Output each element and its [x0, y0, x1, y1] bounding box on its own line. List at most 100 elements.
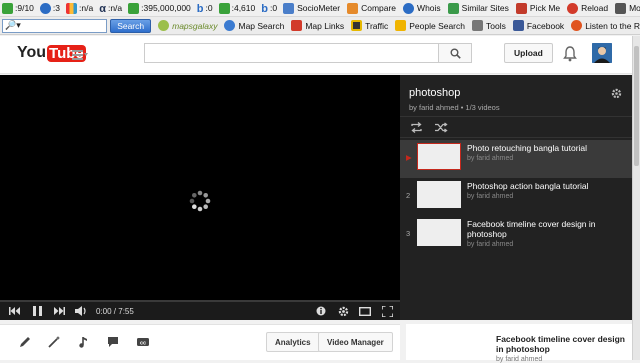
fullscreen-icon: [381, 305, 393, 317]
pagerank-stat[interactable]: :9/10: [2, 2, 34, 14]
fullscreen-button[interactable]: [376, 302, 398, 320]
mapsgalaxy-icon: [158, 20, 170, 31]
playlist-controls: [400, 116, 632, 138]
volume-icon: [75, 306, 86, 316]
bing-links-icon: b: [261, 2, 268, 15]
video-author: by farid ahmed: [467, 155, 514, 162]
bing-stat[interactable]: b:0: [196, 2, 213, 15]
annotations-icon[interactable]: [106, 335, 120, 349]
tools-button[interactable]: Tools: [472, 20, 506, 31]
bing-icon: b: [196, 2, 204, 15]
playlist-title[interactable]: photoshop: [409, 87, 460, 99]
volume-button[interactable]: [70, 302, 92, 320]
youtube-search-button[interactable]: [438, 43, 472, 63]
toolbar-search-input[interactable]: 🔎▾: [2, 18, 108, 33]
video-author: by farid ahmed: [467, 241, 514, 248]
google-links-icon: [218, 2, 230, 14]
alexa-stat[interactable]: :n/a: [66, 2, 93, 14]
playlist-item[interactable]: 3 Facebook timeline cover design in phot…: [400, 216, 632, 258]
search-dropdown-icon[interactable]: 🔎▾: [5, 20, 21, 31]
google-pagerank-icon: [2, 2, 13, 14]
youtube-header: You Tube Upload: [0, 36, 632, 74]
pick-me-button[interactable]: Pick Me: [515, 2, 560, 14]
alpha-stat[interactable]: α:n/a: [99, 2, 122, 15]
youtube-search-input[interactable]: [144, 43, 439, 63]
shuffle-icon[interactable]: [435, 122, 448, 133]
pick-me-icon: [515, 2, 527, 14]
alexa-chart-icon: [66, 2, 77, 14]
people-search-button[interactable]: People Search: [395, 20, 465, 31]
traffic-icon: [351, 20, 363, 31]
map-search-icon: [224, 20, 236, 31]
edit-pencil-icon[interactable]: [18, 335, 32, 349]
captions-cc-icon[interactable]: cc: [136, 335, 150, 349]
radio-button[interactable]: Listen to the R: [571, 20, 640, 31]
theater-mode-button[interactable]: [354, 302, 376, 320]
toolbar-search-button[interactable]: Search: [110, 18, 152, 33]
facebook-button[interactable]: Facebook: [512, 20, 564, 31]
links-stat[interactable]: :3: [39, 2, 60, 14]
whois-button[interactable]: Whois: [403, 2, 441, 14]
video-author: by farid ahmed: [467, 193, 514, 200]
sociometer-button[interactable]: SocioMeter: [283, 2, 340, 14]
guide-menu-icon[interactable]: [72, 50, 88, 63]
search-icon: [450, 48, 461, 59]
player-controls: 0:00 / 7:55: [0, 300, 400, 320]
bing-links-stat[interactable]: b:0: [261, 2, 277, 15]
notifications-bell-icon[interactable]: [563, 46, 577, 62]
similar-sites-button[interactable]: Similar Sites: [447, 2, 509, 14]
svg-text:cc: cc: [140, 340, 146, 346]
pause-icon: [32, 306, 42, 316]
compare-icon: [347, 2, 359, 14]
mapsgalaxy-logo[interactable]: mapsgalaxy: [158, 20, 217, 31]
video-title[interactable]: Photoshop action bangla tutorial: [467, 181, 625, 191]
video-thumbnail[interactable]: [417, 143, 461, 170]
enhance-wand-icon[interactable]: [47, 335, 61, 349]
related-video-card[interactable]: Facebook timeline cover design in photos…: [406, 324, 632, 363]
previous-button[interactable]: [4, 302, 26, 320]
more-button[interactable]: More: [615, 2, 640, 14]
upload-button[interactable]: Upload: [504, 43, 553, 63]
related-video-title[interactable]: Facebook timeline cover design in photos…: [496, 334, 630, 354]
reload-button[interactable]: Reload: [567, 2, 608, 14]
video-thumbnail[interactable]: [417, 181, 461, 208]
traffic-button[interactable]: Traffic: [351, 20, 388, 31]
google-index-icon: [128, 2, 140, 14]
google-index-stat[interactable]: :395,000,000: [128, 2, 191, 14]
video-title[interactable]: Facebook timeline cover design in photos…: [467, 219, 625, 239]
sociometer-icon: [283, 2, 295, 14]
pause-button[interactable]: [26, 302, 48, 320]
next-icon: [54, 307, 65, 315]
user-avatar[interactable]: [592, 43, 612, 63]
loading-spinner-icon: [189, 190, 211, 212]
video-player[interactable]: [0, 75, 400, 320]
gear-icon: [338, 306, 348, 316]
whois-icon: [403, 2, 415, 14]
scrollbar-thumb[interactable]: [634, 46, 639, 166]
audio-note-icon[interactable]: [77, 335, 91, 349]
page-scrollbar[interactable]: [632, 36, 640, 360]
compare-button[interactable]: Compare: [347, 2, 396, 14]
next-button[interactable]: [48, 302, 70, 320]
map-links-button[interactable]: Map Links: [291, 20, 344, 31]
captions-button[interactable]: [310, 302, 332, 320]
video-manager-button[interactable]: Video Manager: [318, 332, 393, 352]
related-video-thumbnail[interactable]: [406, 330, 490, 360]
more-icon: [615, 2, 627, 14]
info-icon: [316, 306, 326, 316]
video-thumbnail[interactable]: [417, 219, 461, 246]
reload-icon: [567, 2, 579, 14]
google-links-stat[interactable]: :4,610: [218, 2, 255, 14]
playlist-item[interactable]: ▶ Photo retouching bangla tutorial by fa…: [400, 140, 632, 178]
playlist-settings-icon[interactable]: [611, 88, 622, 99]
map-links-icon: [291, 20, 303, 31]
video-actions-bar: cc Analytics Video Manager: [0, 324, 400, 360]
alpha-icon: α: [99, 2, 106, 15]
analytics-button[interactable]: Analytics: [266, 332, 320, 352]
map-search-button[interactable]: Map Search: [224, 20, 284, 31]
video-title[interactable]: Photo retouching bangla tutorial: [467, 143, 625, 153]
similar-sites-icon: [447, 2, 459, 14]
loop-icon[interactable]: [410, 122, 423, 133]
playlist-item[interactable]: 2 Photoshop action bangla tutorial by fa…: [400, 178, 632, 216]
settings-button[interactable]: [332, 302, 354, 320]
